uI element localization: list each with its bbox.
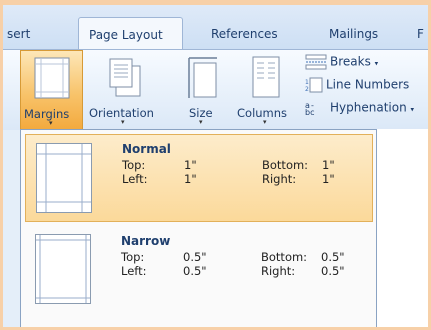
tab-review[interactable]: F <box>417 27 424 41</box>
left-value: 0.5" <box>183 264 207 278</box>
hyphenation-button[interactable]: a - bc Hyphenation ▾ <box>305 100 415 117</box>
margin-option-normal[interactable]: Normal Top: 1" Bottom: 1" Left: 1" Right… <box>25 134 373 222</box>
normal-margins-thumbnail-icon <box>36 143 92 213</box>
right-label: Right: <box>262 172 297 186</box>
line-numbers-icon: 1 2 <box>305 77 323 93</box>
tab-page-layout-label: Page Layout <box>89 28 163 42</box>
option-title: Narrow <box>121 234 171 248</box>
breaks-label: Breaks <box>330 54 371 69</box>
margins-icon <box>34 57 70 99</box>
top-label: Top: <box>121 250 145 264</box>
hyphenation-icon: a - bc <box>305 101 314 116</box>
narrow-margins-thumbnail-icon <box>35 234 91 304</box>
top-value: 1" <box>184 158 197 172</box>
line-numbers-label: Line Numbers <box>326 77 410 92</box>
top-value: 0.5" <box>183 250 207 264</box>
tab-page-layout[interactable]: Page Layout <box>78 17 183 51</box>
top-label: Top: <box>122 158 146 172</box>
margins-arrow-icon: ▾ <box>49 119 53 127</box>
orientation-arrow-icon: ▾ <box>121 118 125 126</box>
right-value: 0.5" <box>321 264 345 278</box>
margins-dropdown: Normal Top: 1" Bottom: 1" Left: 1" Right… <box>20 129 377 327</box>
hyphenation-arrow-icon: ▾ <box>410 105 415 114</box>
left-label: Left: <box>121 264 147 278</box>
bottom-label: Bottom: <box>262 158 309 172</box>
ribbon-tab-bar: sert Page Layout References Mailings F <box>3 5 428 51</box>
margins-label: Margins <box>24 107 70 121</box>
columns-button[interactable]: Columns ▾ <box>233 50 299 130</box>
right-label: Right: <box>261 264 296 278</box>
ribbon-page-setup: Margins ▾ Orientation ▾ Size ▾ Columns ▾… <box>3 49 428 130</box>
line-numbers-button[interactable]: 1 2 Line Numbers <box>305 77 409 93</box>
svg-text:2: 2 <box>305 86 309 93</box>
bottom-value: 0.5" <box>321 250 345 264</box>
left-label: Left: <box>122 172 148 186</box>
size-button[interactable]: Size ▾ <box>177 50 229 130</box>
svg-text:bc: bc <box>305 108 314 116</box>
size-icon <box>188 57 217 98</box>
columns-icon <box>252 56 280 98</box>
svg-text:1: 1 <box>305 79 309 86</box>
tab-insert[interactable]: sert <box>7 27 30 41</box>
tab-mailings[interactable]: Mailings <box>329 27 378 41</box>
tab-references[interactable]: References <box>211 27 278 41</box>
bottom-label: Bottom: <box>261 250 308 264</box>
word-window: sert Page Layout References Mailings F M… <box>3 5 428 327</box>
margin-option-narrow[interactable]: Narrow Top: 0.5" Bottom: 0.5" Left: 0.5"… <box>25 226 373 314</box>
size-arrow-icon: ▾ <box>199 118 203 126</box>
columns-arrow-icon: ▾ <box>263 118 267 126</box>
breaks-icon <box>305 54 327 70</box>
hyphenation-label: Hyphenation <box>330 100 407 115</box>
right-value: 1" <box>322 172 335 186</box>
document-area[interactable] <box>377 129 428 327</box>
margins-button[interactable]: Margins ▾ <box>20 50 83 130</box>
breaks-arrow-icon: ▾ <box>374 59 379 68</box>
orientation-icon <box>109 58 141 97</box>
bottom-value: 1" <box>322 158 335 172</box>
left-value: 1" <box>184 172 197 186</box>
orientation-button[interactable]: Orientation ▾ <box>85 50 165 130</box>
option-title: Normal <box>122 142 171 156</box>
breaks-button[interactable]: Breaks ▾ <box>305 54 378 70</box>
